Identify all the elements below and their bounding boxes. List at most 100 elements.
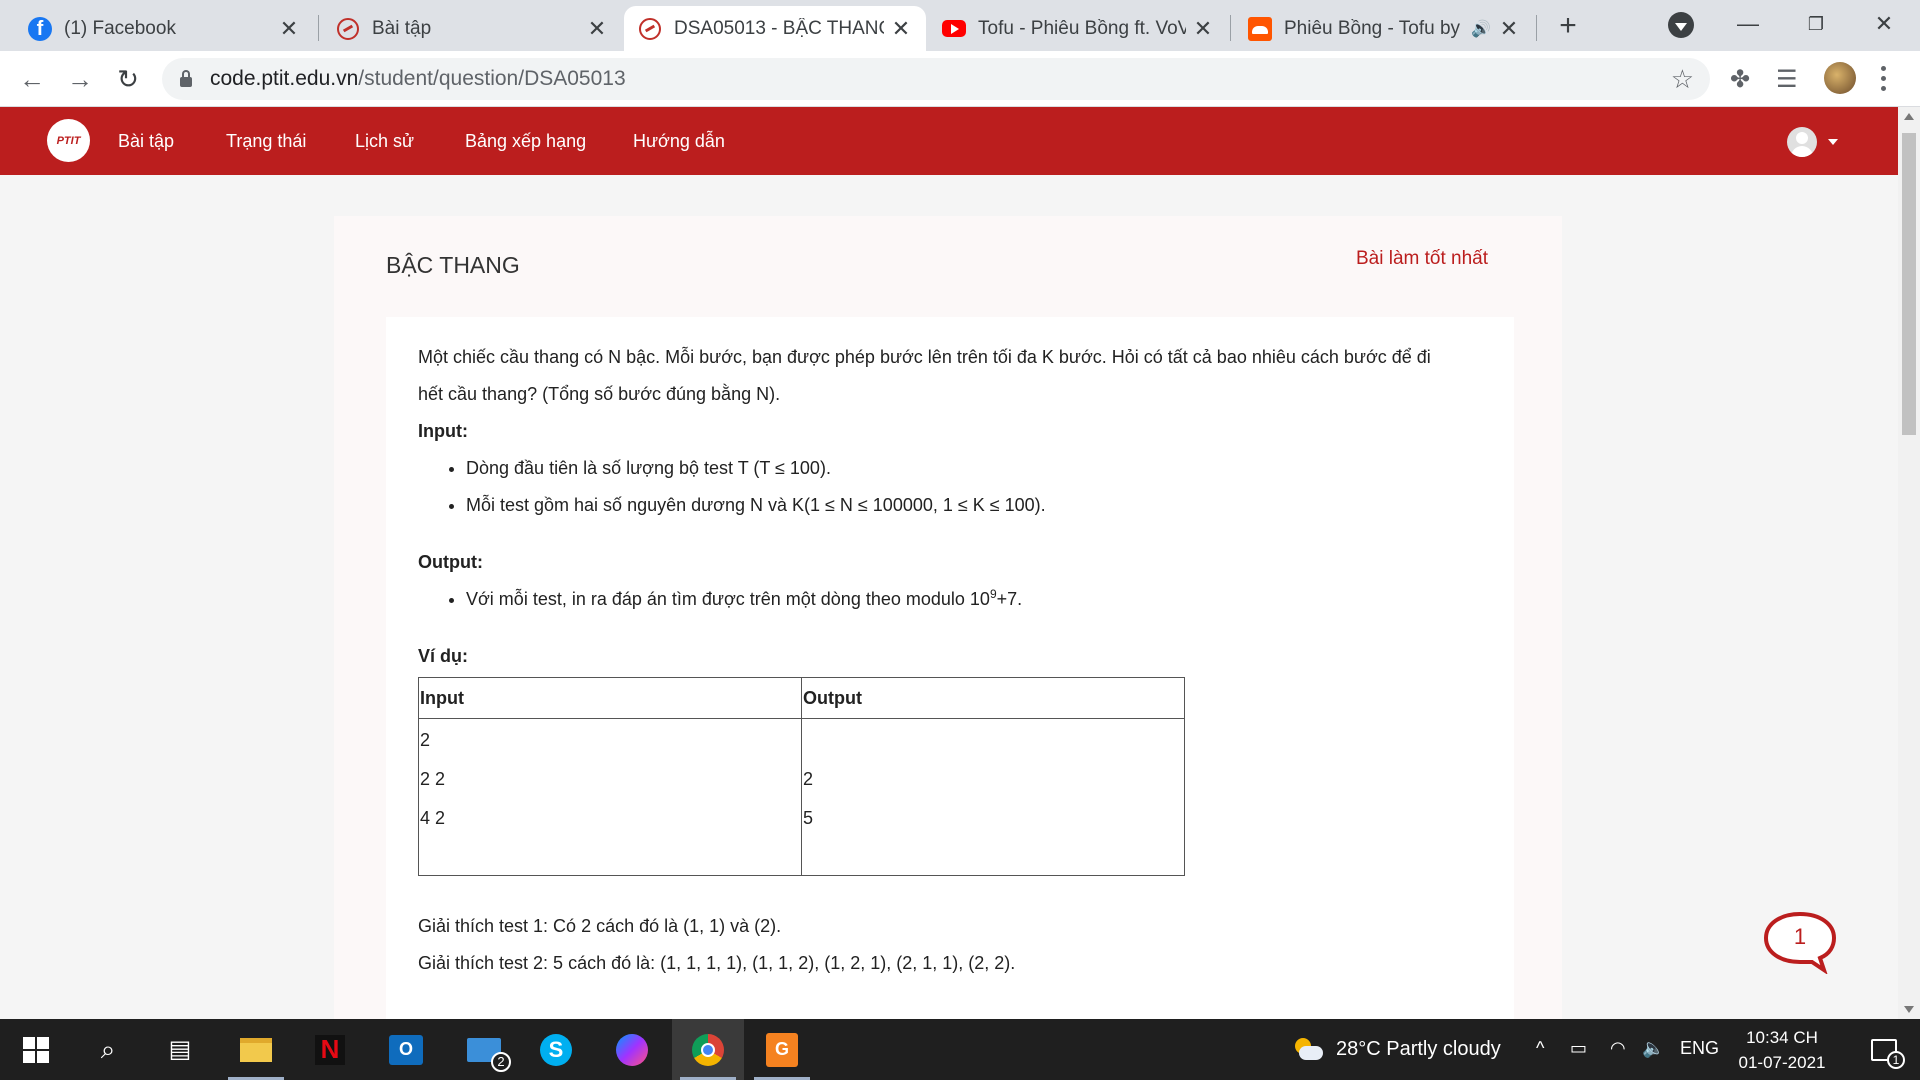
forward-icon[interactable]: →	[64, 63, 96, 95]
nav-trang-thai[interactable]: Trạng thái	[226, 107, 306, 175]
scroll-up-icon[interactable]	[1904, 113, 1914, 120]
ptit-icon	[336, 17, 360, 41]
tab-bai-tap[interactable]: Bài tập ✕	[322, 6, 622, 51]
output-list: Với mỗi test, in ra đáp án tìm được trên…	[466, 581, 1482, 618]
nav-huong-dan[interactable]: Hướng dẫn	[633, 107, 725, 175]
user-avatar[interactable]	[1787, 127, 1817, 157]
facebook-icon: f	[28, 16, 52, 41]
tab-title: (1) Facebook	[64, 17, 176, 39]
profile-avatar[interactable]	[1824, 62, 1856, 94]
netflix-icon[interactable]: N	[294, 1019, 366, 1080]
pdf-app-icon[interactable]: G	[746, 1019, 818, 1080]
table-cell-output: 2 5	[801, 718, 1185, 876]
speaker-icon[interactable]: 🔊	[1470, 18, 1492, 40]
youtube-icon	[942, 17, 966, 41]
tab-separator	[1230, 15, 1231, 41]
browser-toolbar: ← → ↻ code.ptit.edu.vn/student/question/…	[0, 51, 1920, 107]
task-view-icon[interactable]: ▤	[144, 1019, 216, 1080]
ptit-icon	[638, 17, 662, 41]
close-icon[interactable]: ✕	[278, 16, 300, 41]
notification-badge: 1	[1887, 1050, 1905, 1069]
example-table: Input Output 2 2 2 4 2 2 5	[418, 677, 1185, 876]
clock-date: 01-07-2021	[1738, 1053, 1826, 1072]
back-icon[interactable]: ←	[16, 63, 48, 95]
media-control-icon[interactable]: ☰	[1776, 65, 1798, 94]
tab-dsa05013[interactable]: DSA05013 - BẬC THANG ✕	[624, 6, 926, 51]
mail-icon[interactable]: 2	[448, 1019, 520, 1080]
battery-icon[interactable]: ▭	[1570, 1038, 1587, 1059]
page-viewport: PTIT Bài tập Trạng thái Lịch sử Bảng xếp…	[0, 107, 1898, 1019]
messenger-icon[interactable]	[596, 1019, 668, 1080]
table-header: Input	[418, 677, 802, 719]
outlook-icon[interactable]: O	[370, 1019, 442, 1080]
page-title: BẬC THANG	[386, 252, 520, 278]
tab-soundcloud[interactable]: Phiêu Bồng - Tofu by 🔊 ✕	[1234, 6, 1534, 51]
bookmark-star-icon[interactable]: ☆	[1671, 64, 1694, 95]
input-heading: Input:	[418, 421, 468, 441]
tab-youtube[interactable]: Tofu - Phiêu Bồng ft. VoVa ✕	[928, 6, 1228, 51]
notification-icon[interactable]: 1	[1848, 1019, 1920, 1080]
table-cell-input: 2 2 2 4 2	[418, 718, 802, 876]
site-navbar: PTIT Bài tập Trạng thái Lịch sử Bảng xếp…	[0, 107, 1898, 175]
nav-bai-tap[interactable]: Bài tập	[118, 107, 174, 175]
output-heading: Output:	[418, 552, 483, 572]
chat-icon[interactable]: 1	[1762, 910, 1838, 975]
nav-bang-xep-hang[interactable]: Bảng xếp hạng	[465, 107, 586, 175]
problem-card: BẬC THANG Bài làm tốt nhất Một chiếc cầu…	[334, 216, 1562, 1019]
windows-start-icon[interactable]	[0, 1019, 72, 1080]
weather-icon[interactable]	[1288, 1019, 1328, 1080]
scroll-thumb[interactable]	[1902, 133, 1916, 435]
url-text[interactable]: code.ptit.edu.vn/student/question/DSA050…	[210, 67, 626, 91]
list-item: Với mỗi test, in ra đáp án tìm được trên…	[466, 581, 1482, 618]
nav-lich-su[interactable]: Lịch sử	[355, 107, 414, 175]
close-icon[interactable]: ✕	[586, 16, 608, 41]
extensions-icon[interactable]: ✤	[1730, 65, 1750, 94]
chevron-up-icon[interactable]: ^	[1536, 1038, 1544, 1059]
tab-title: Phiêu Bồng - Tofu by	[1284, 17, 1461, 39]
search-icon[interactable]: ⌕	[72, 1019, 144, 1080]
page-scrollbar[interactable]	[1898, 107, 1920, 1019]
best-submission-link[interactable]: Bài làm tốt nhất	[1356, 248, 1488, 270]
file-explorer-icon[interactable]	[220, 1019, 292, 1080]
menu-icon[interactable]	[1876, 63, 1890, 93]
skype-icon[interactable]: S	[520, 1019, 592, 1080]
language-indicator[interactable]: ENG	[1680, 1038, 1719, 1059]
clock-time: 10:34 CH	[1746, 1028, 1818, 1047]
volume-icon[interactable]: 🔈	[1642, 1038, 1664, 1059]
lock-icon[interactable]	[180, 70, 192, 87]
close-window-icon[interactable]: ✕	[1864, 6, 1904, 42]
close-icon[interactable]: ✕	[1498, 16, 1520, 41]
mail-badge: 2	[491, 1051, 511, 1072]
new-tab-icon[interactable]: +	[1552, 9, 1584, 42]
example-heading: Ví dụ:	[418, 646, 468, 666]
ptit-logo-icon[interactable]: PTIT	[47, 119, 90, 162]
chrome-icon[interactable]	[672, 1019, 744, 1080]
windows-taskbar: ⌕ ▤ N O 2 S G 28°C Partly cloudy ^ ▭ ◠ 🔈…	[0, 1019, 1920, 1080]
tab-strip: f (1) Facebook ✕ Bài tập ✕ DSA05013 - BẬ…	[0, 0, 1920, 51]
list-item: Dòng đầu tiên là số lượng bộ test T (T ≤…	[466, 450, 1482, 487]
tab-title: Tofu - Phiêu Bồng ft. VoVa	[978, 17, 1186, 39]
close-icon[interactable]: ✕	[1192, 16, 1214, 41]
table-header: Output	[801, 677, 1185, 719]
close-icon[interactable]: ✕	[890, 16, 912, 41]
restore-icon[interactable]: ❐	[1796, 6, 1836, 42]
tab-separator	[318, 15, 319, 41]
weather-text[interactable]: 28°C Partly cloudy	[1336, 1019, 1501, 1080]
wifi-icon[interactable]: ◠	[1610, 1038, 1626, 1059]
problem-statement: Một chiếc cầu thang có N bậc. Mỗi bước, …	[386, 317, 1514, 1019]
reload-icon[interactable]: ↻	[112, 63, 144, 95]
input-list: Dòng đầu tiên là số lượng bộ test T (T ≤…	[466, 450, 1482, 524]
clock[interactable]: 10:34 CH 01-07-2021	[1726, 1025, 1838, 1075]
scroll-down-icon[interactable]	[1904, 1006, 1914, 1013]
statement-text: Một chiếc cầu thang có N bậc. Mỗi bước, …	[418, 347, 1431, 367]
explanation-text: Giải thích test 2: 5 cách đó là: (1, 1, …	[418, 953, 1016, 973]
list-item: Mỗi test gồm hai số nguyên dương N và K(…	[466, 487, 1482, 524]
tab-facebook[interactable]: f (1) Facebook ✕	[14, 6, 314, 51]
chevron-down-icon[interactable]	[1828, 139, 1838, 145]
minimize-icon[interactable]: —	[1728, 6, 1768, 42]
address-bar[interactable]: code.ptit.edu.vn/student/question/DSA050…	[162, 58, 1710, 100]
tab-search-icon[interactable]	[1668, 12, 1694, 38]
tab-separator	[1536, 15, 1537, 41]
tab-title: Bài tập	[372, 17, 432, 39]
tab-title: DSA05013 - BẬC THANG	[674, 17, 884, 39]
